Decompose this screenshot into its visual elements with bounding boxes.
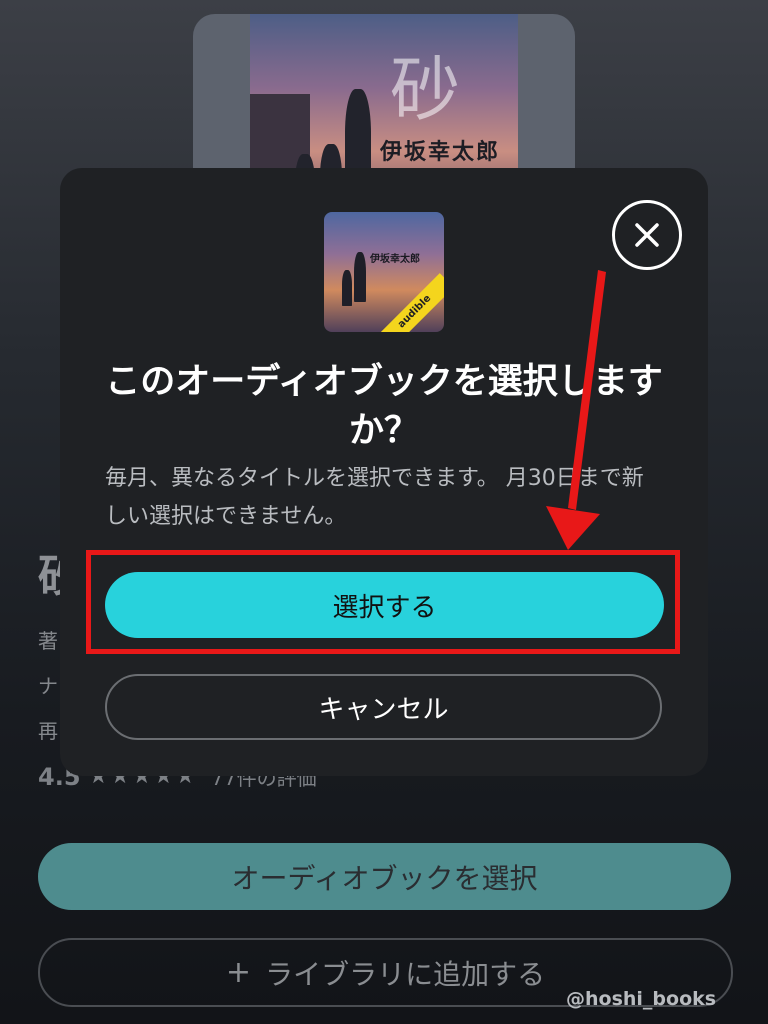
add-to-library-label: ライブラリに追加する bbox=[265, 957, 546, 991]
audible-badge: audible bbox=[376, 273, 444, 332]
select-audiobook-button[interactable]: オーディオブックを選択 bbox=[38, 843, 731, 910]
dialog-description: 毎月、異なるタイトルを選択できます。 月30日まで新しい選択はできません。 bbox=[105, 466, 644, 529]
cover-author: 伊坂幸太郎 bbox=[380, 139, 501, 165]
watermark: @hoshi_books bbox=[566, 988, 717, 1010]
meta-narrator-label: ナ bbox=[38, 674, 58, 698]
cancel-button[interactable]: キャンセル bbox=[105, 674, 662, 740]
thumb-figure bbox=[354, 252, 366, 302]
thumb-figure bbox=[342, 270, 352, 306]
meta-duration-label: 再 bbox=[38, 719, 58, 743]
audiobook-thumbnail: 伊坂幸太郎 audible bbox=[324, 212, 444, 332]
cover-title-glyph: 砂 bbox=[390, 49, 460, 131]
close-button[interactable] bbox=[612, 200, 682, 270]
dialog-title: このオーディオブックを選択しますか？ bbox=[105, 362, 663, 451]
close-icon bbox=[635, 223, 659, 247]
thumb-author: 伊坂幸太郎 bbox=[370, 254, 420, 265]
plus-icon: + bbox=[225, 955, 252, 990]
meta-author-label: 著 bbox=[38, 629, 58, 653]
confirm-select-button[interactable]: 選択する bbox=[105, 572, 664, 638]
